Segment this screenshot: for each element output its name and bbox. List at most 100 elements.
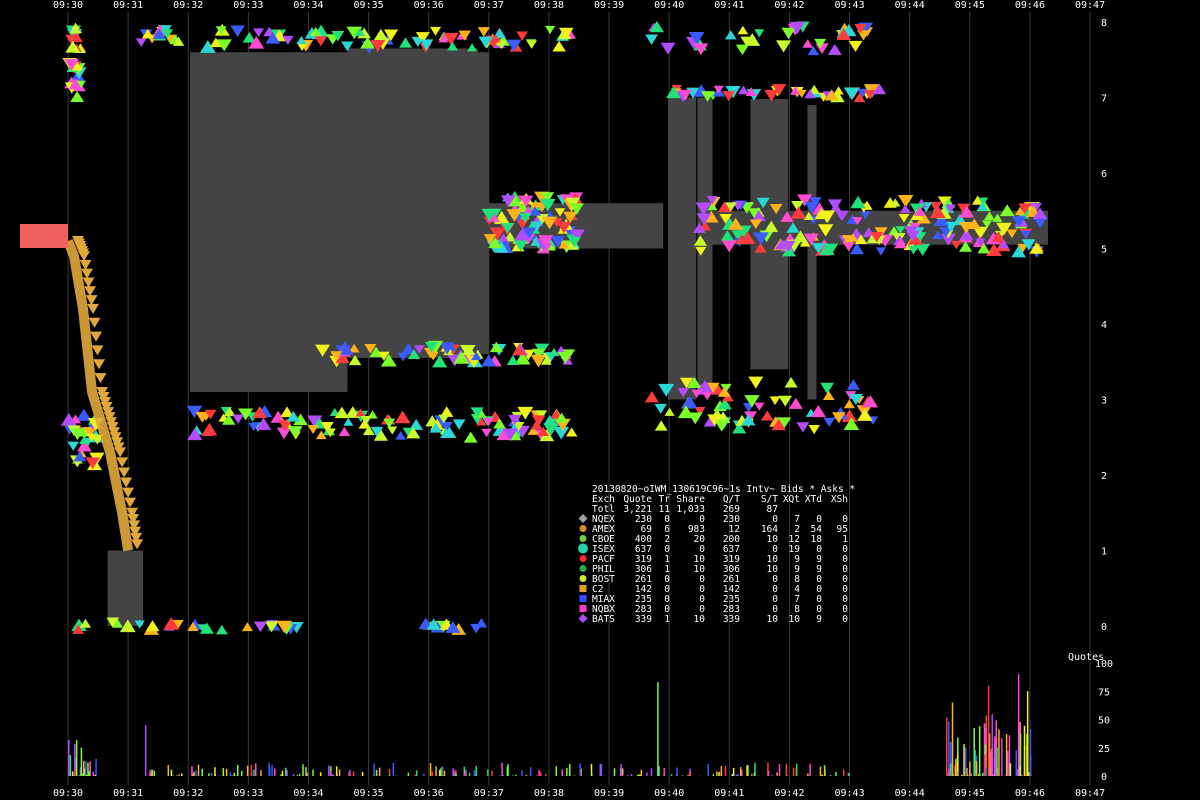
quote-volume-bar [329, 771, 332, 776]
x-tick-label-top: 09:41 [714, 0, 744, 11]
quote-volume-bar [1009, 763, 1012, 776]
quote-volume-bar [201, 768, 203, 776]
quote-volume-bar [637, 775, 639, 776]
quote-volume-bar [281, 770, 284, 776]
legend-swatch [579, 595, 587, 602]
volume-tick-label: 25 [1098, 744, 1110, 755]
x-tick-label-bottom: 09:41 [714, 788, 744, 799]
quote-volume-bar [335, 766, 338, 776]
quote-volume-bar [809, 763, 811, 776]
x-tick-label-top: 09:42 [774, 0, 804, 11]
quote-volume-bar [984, 754, 986, 776]
quote-marker [820, 382, 835, 394]
nbbo-walk-marker [82, 277, 95, 288]
nbbo-walk-marker [78, 251, 91, 262]
quote-marker [253, 621, 268, 633]
quote-volume-bar [435, 766, 437, 776]
quote-volume-bar [620, 764, 622, 776]
y-axis-labels: 0 1 2 3 4 5 6 7 8 [1101, 18, 1107, 633]
quote-volume-bar [246, 765, 249, 776]
quote-volume-bar [613, 768, 616, 776]
nbbo-walk-marker [124, 497, 137, 508]
quote-volume-bar [253, 769, 255, 776]
quote-volume-bar [990, 748, 993, 776]
quote-volume-spike [68, 739, 70, 776]
quote-volume-bar [640, 769, 643, 776]
quote-volume-bar [95, 758, 97, 776]
x-tick-label-bottom: 09:35 [354, 788, 384, 799]
legend-swatch [579, 525, 587, 532]
volume-tick-label: 75 [1098, 687, 1110, 698]
x-tick-label-bottom: 09:44 [895, 788, 925, 799]
quote-volume-bar [630, 774, 633, 776]
quote-volume-bar [268, 767, 271, 776]
quote-volume-bar [771, 775, 773, 776]
legend-swatch [579, 565, 587, 572]
x-tick-label-top: 09:34 [293, 0, 323, 11]
quote-volume-bar [468, 772, 471, 776]
quote-marker [899, 204, 911, 213]
quote-volume-bar [71, 771, 74, 776]
quote-volume-bar [1005, 734, 1008, 776]
legend-swatch [579, 605, 587, 612]
x-tick-label-bottom: 09:31 [113, 788, 143, 799]
quote-volume-bar [1029, 728, 1032, 776]
quote-volume-bar [388, 774, 391, 776]
quote-volume-bar [352, 771, 355, 776]
x-tick-label-top: 09:35 [354, 0, 384, 11]
quote-volume-bar [1005, 775, 1007, 776]
nbbo-walk-marker [120, 477, 133, 488]
quote-marker [395, 431, 407, 440]
quote-volume-bar [569, 763, 571, 776]
quote-volume-bar [176, 775, 178, 776]
quote-volume-bar [92, 771, 95, 776]
quote-volume-bar [978, 773, 981, 776]
quote-volume-bar [235, 775, 237, 776]
quote-volume-bar [996, 774, 999, 776]
quote-marker [387, 426, 398, 435]
quote-marker [654, 420, 668, 431]
quote-marker [781, 27, 796, 40]
nbbo-walk-marker [81, 268, 94, 279]
quote-marker [802, 39, 814, 48]
quote-volume-bar [545, 774, 547, 776]
quote-marker [466, 43, 478, 52]
quote-volume-bar [455, 773, 457, 776]
quote-marker [778, 395, 793, 407]
x-tick-label-bottom: 09:38 [534, 788, 564, 799]
quote-volume-bar [966, 774, 969, 776]
quote-volume-bar [529, 767, 532, 776]
quote-volume-bar [821, 774, 824, 776]
y-tick-label: 4 [1101, 320, 1107, 331]
quote-volume-bar [229, 772, 232, 776]
quote-volume-spike [1026, 691, 1029, 776]
quote-volume-bar [776, 775, 779, 776]
quote-volume-bar [88, 771, 90, 776]
quote-volume-spike [951, 702, 954, 776]
quote-marker [827, 43, 842, 55]
legend-cell: 10 [767, 614, 779, 625]
quote-marker [724, 30, 737, 40]
x-tick-label-bottom: 09:45 [955, 788, 985, 799]
quote-volume-bar [441, 766, 443, 776]
quote-volume-bar [306, 772, 309, 776]
quote-marker [645, 34, 659, 45]
quote-volume-bar [627, 775, 629, 776]
quote-volume-bar [328, 765, 330, 776]
quote-volume-bar [965, 747, 967, 776]
nbbo-walk-marker [114, 447, 127, 458]
quote-volume-bar [463, 773, 466, 776]
legend-header-cell: XSh [831, 494, 848, 505]
quote-volume-bar [151, 769, 153, 776]
quote-volume-bar [149, 769, 151, 776]
quote-volume-bar [222, 767, 225, 776]
quote-volume-bar [73, 774, 75, 776]
quote-volume-bar [795, 763, 798, 776]
x-tick-label-top: 09:36 [414, 0, 444, 11]
quote-marker [875, 247, 887, 256]
quote-volume-bar [735, 774, 738, 776]
quote-volume-bar [689, 774, 691, 776]
quote-volume-bar [373, 763, 375, 776]
nbbo-walk-marker [122, 487, 135, 498]
quote-volume-bar [195, 770, 197, 776]
